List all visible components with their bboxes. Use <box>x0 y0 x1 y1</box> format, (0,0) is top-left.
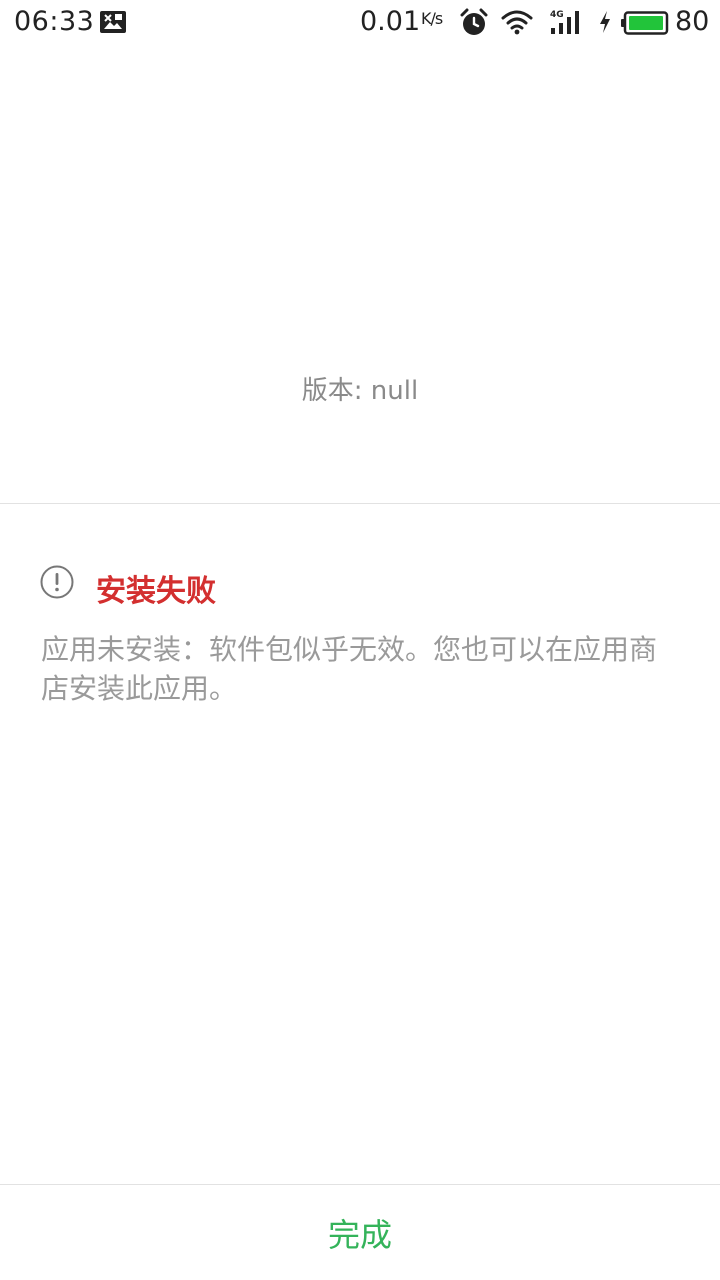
done-button[interactable]: 完成 <box>0 1185 720 1280</box>
alarm-icon <box>460 8 488 35</box>
notification-image-icon <box>100 11 126 33</box>
network-speed-unit: K/s <box>421 9 443 28</box>
status-bar: 06:33 0.01 K/s 4G 80 <box>0 0 720 46</box>
install-failed-message: 应用未安装：软件包似乎无效。您也可以在应用商店安装此应用。 <box>41 633 658 705</box>
battery-icon <box>621 11 669 35</box>
install-result-screen: 06:33 0.01 K/s 4G 80 版本: null 安装失败 应用未安装… <box>0 0 720 1280</box>
wifi-icon <box>501 10 533 35</box>
status-time: 06:33 <box>14 6 95 37</box>
battery-level: 80 <box>675 6 710 37</box>
divider <box>0 503 720 504</box>
charging-icon <box>600 11 610 33</box>
signal-4g-icon: 4G <box>550 10 579 34</box>
svg-text:4G: 4G <box>550 10 564 20</box>
network-speed: 0.01 <box>360 6 421 37</box>
info-circle-icon <box>40 565 74 599</box>
done-button-label: 完成 <box>327 1215 392 1254</box>
version-label: 版本: null <box>301 376 419 406</box>
install-failed-title: 安装失败 <box>96 574 216 609</box>
